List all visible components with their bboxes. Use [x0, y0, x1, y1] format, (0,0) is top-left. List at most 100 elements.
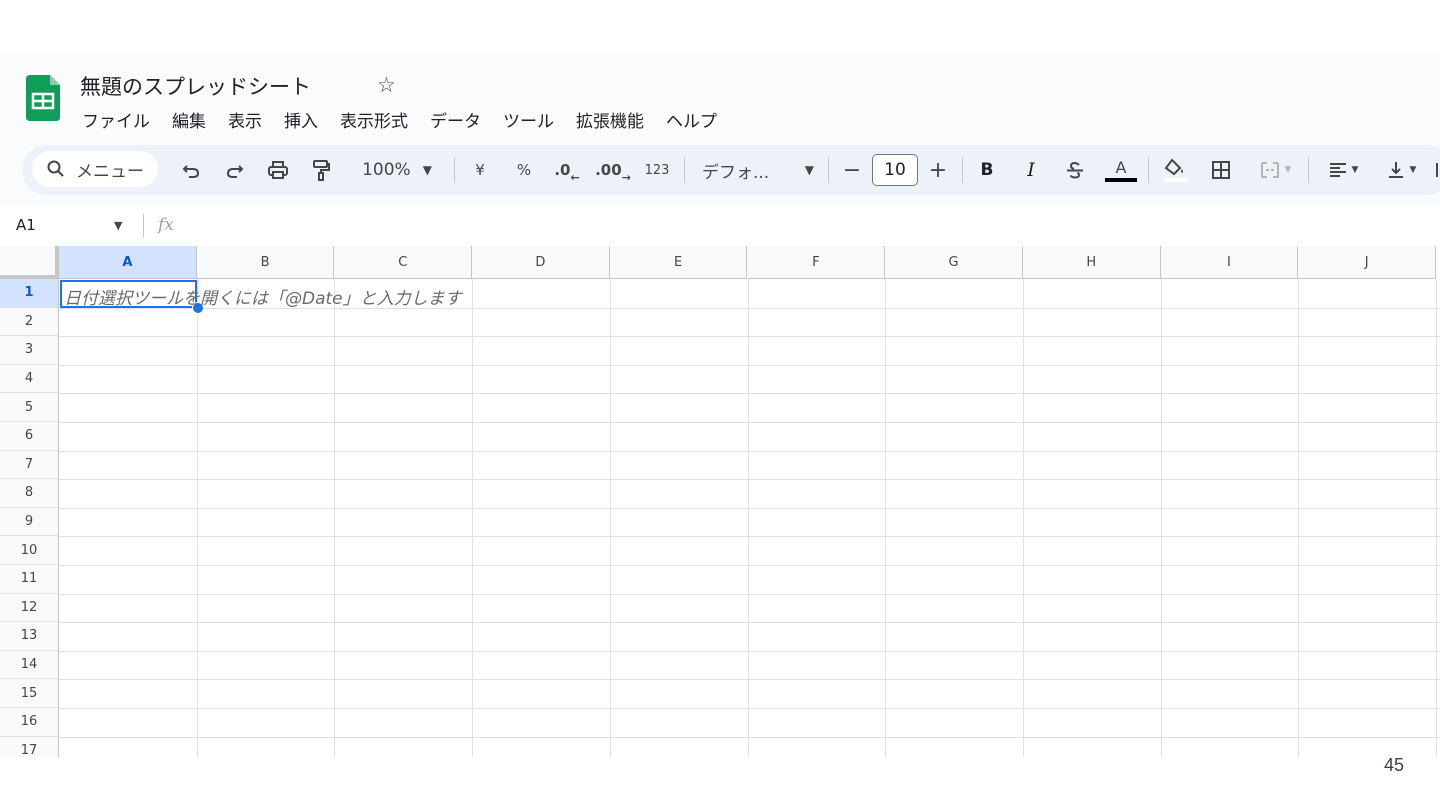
- vertical-align-icon[interactable]: ▼: [1378, 145, 1424, 195]
- menu-data[interactable]: データ: [430, 107, 481, 132]
- text-color-swatch: [1105, 177, 1137, 182]
- menu-bar: ファイル 編集 表示 挿入 表示形式 データ ツール 拡張機能 ヘルプ: [82, 107, 739, 132]
- row-header-8[interactable]: 8: [0, 479, 59, 508]
- document-title[interactable]: 無題のスプレッドシート: [80, 71, 311, 101]
- chevron-down-icon: ▼: [1409, 165, 1417, 175]
- borders-icon[interactable]: [1208, 145, 1234, 195]
- italic-button[interactable]: I: [1018, 145, 1044, 195]
- column-header-d[interactable]: D: [472, 246, 610, 279]
- column-header-c[interactable]: C: [334, 246, 473, 279]
- menu-help[interactable]: ヘルプ: [666, 107, 717, 132]
- print-icon[interactable]: [264, 145, 292, 195]
- column-header-e[interactable]: E: [609, 246, 748, 279]
- decrease-decimal-button[interactable]: .0 ←: [552, 145, 582, 195]
- font-family-select[interactable]: デフォ... ▼: [702, 145, 814, 195]
- row-header-6[interactable]: 6: [0, 422, 59, 451]
- chevron-down-icon: ▼: [422, 163, 432, 177]
- column-header-b[interactable]: B: [196, 246, 335, 279]
- text-color-button[interactable]: A: [1104, 145, 1138, 195]
- decrease-font-size-button[interactable]: −: [840, 145, 864, 195]
- row-header-12[interactable]: 12: [0, 593, 59, 623]
- sheets-window: 無題のスプレッドシート ☆ ファイル 編集 表示 挿入 表示形式 データ ツール…: [0, 52, 1440, 757]
- row-header-17[interactable]: 17: [0, 736, 59, 757]
- row-header-11[interactable]: 11: [0, 565, 59, 594]
- redo-icon[interactable]: [222, 145, 248, 195]
- grid-row-line: [59, 479, 1440, 481]
- menu-file[interactable]: ファイル: [82, 107, 150, 132]
- grid-column-line: [1022, 279, 1024, 757]
- menu-search-box[interactable]: メニュー: [32, 151, 158, 187]
- menu-format[interactable]: 表示形式: [340, 107, 408, 132]
- grid-row-line: [59, 650, 1440, 652]
- currency-button[interactable]: ¥: [468, 145, 492, 195]
- column-header-g[interactable]: G: [885, 246, 1023, 279]
- row-header-16[interactable]: 16: [0, 708, 59, 737]
- toolbar-divider: [962, 157, 963, 183]
- merge-cells-icon[interactable]: ▼: [1252, 145, 1298, 195]
- text-color-label: A: [1115, 157, 1127, 177]
- grid-column-line: [472, 279, 474, 757]
- font-size-input[interactable]: 10: [872, 154, 918, 186]
- chevron-down-icon: ▼: [1284, 165, 1292, 175]
- row-header-2[interactable]: 2: [0, 307, 59, 337]
- toolbar-divider: [828, 157, 829, 183]
- grid-row-line: [59, 536, 1440, 538]
- arrow-right-icon: →: [621, 170, 631, 184]
- column-header-f[interactable]: F: [747, 246, 886, 279]
- toolbar: メニュー 100% ▼ ¥ % .0 ← .00 → 123 デフォ... ▼ …: [22, 145, 1440, 195]
- grid-row-line: [59, 393, 1440, 395]
- paint-format-icon[interactable]: [308, 145, 334, 195]
- chevron-down-icon[interactable]: ▼: [114, 219, 122, 232]
- grid-column-line: [609, 279, 611, 757]
- menu-edit[interactable]: 編集: [172, 107, 206, 132]
- menu-extensions[interactable]: 拡張機能: [576, 107, 644, 132]
- date-picker-hint: 日付選択ツールを開くには「@Date」と入力します: [64, 289, 462, 309]
- grid-row-line: [59, 507, 1440, 509]
- text-wrap-icon[interactable]: [1432, 145, 1440, 195]
- menu-tools[interactable]: ツール: [503, 107, 554, 132]
- zoom-select[interactable]: 100% ▼: [352, 145, 442, 195]
- select-all-corner[interactable]: [0, 246, 59, 279]
- menu-insert[interactable]: 挿入: [284, 107, 318, 132]
- column-header-j[interactable]: J: [1298, 246, 1436, 279]
- increase-font-size-button[interactable]: +: [926, 145, 950, 195]
- row-header-7[interactable]: 7: [0, 450, 59, 480]
- increase-decimal-label: .00: [595, 161, 622, 179]
- menu-view[interactable]: 表示: [228, 107, 262, 132]
- chevron-down-icon: ▼: [804, 163, 814, 177]
- undo-icon[interactable]: [178, 145, 204, 195]
- bold-button[interactable]: B: [974, 145, 1000, 195]
- horizontal-align-icon[interactable]: ▼: [1320, 145, 1366, 195]
- column-header-i[interactable]: I: [1160, 246, 1299, 279]
- grid-row-line: [59, 593, 1440, 595]
- row-header-1[interactable]: 1: [0, 279, 59, 308]
- spreadsheet-grid: ABCDEFGHIJ 1 2 3 4 5 6 7 8 9 10 11 12 13 14 15 16 17 日付選…: [0, 246, 1440, 757]
- grid-row-line: [59, 450, 1440, 452]
- row-header-4[interactable]: 4: [0, 364, 59, 394]
- chevron-down-icon: ▼: [1351, 165, 1359, 175]
- formula-input[interactable]: [196, 214, 1426, 238]
- row-header-10[interactable]: 10: [0, 536, 59, 565]
- google-sheets-logo-icon[interactable]: [26, 75, 60, 121]
- row-header-14[interactable]: 14: [0, 650, 59, 680]
- percent-button[interactable]: %: [512, 145, 536, 195]
- toolbar-divider: [684, 157, 685, 183]
- number-format-button[interactable]: 123: [642, 145, 672, 195]
- formula-bar: A1 ▼ fx: [0, 206, 1440, 246]
- row-header-3[interactable]: 3: [0, 336, 59, 365]
- row-header-13[interactable]: 13: [0, 622, 59, 651]
- row-header-15[interactable]: 15: [0, 679, 59, 708]
- formula-bar-divider: [143, 214, 144, 238]
- fx-icon: fx: [158, 215, 174, 235]
- strikethrough-icon[interactable]: [1062, 145, 1088, 195]
- grid-column-line: [885, 279, 887, 757]
- star-icon[interactable]: ☆: [377, 73, 396, 97]
- toolbar-divider: [1148, 157, 1149, 183]
- increase-decimal-button[interactable]: .00 →: [595, 145, 631, 195]
- fill-color-icon[interactable]: [1160, 145, 1192, 195]
- column-header-h[interactable]: H: [1022, 246, 1161, 279]
- row-header-9[interactable]: 9: [0, 507, 59, 537]
- column-header-a[interactable]: A: [59, 246, 197, 279]
- name-box[interactable]: A1: [16, 216, 36, 234]
- row-header-5[interactable]: 5: [0, 393, 59, 422]
